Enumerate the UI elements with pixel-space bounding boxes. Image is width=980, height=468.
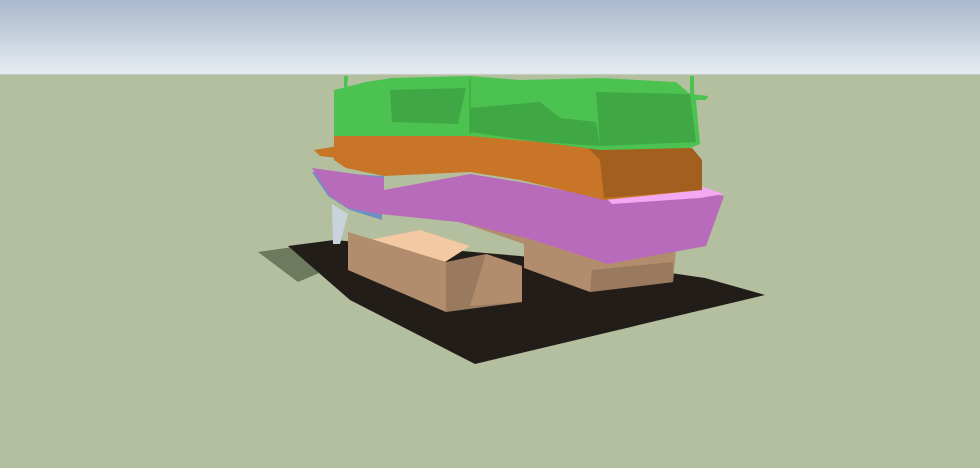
- scene-canvas[interactable]: [0, 0, 980, 468]
- green-top-panel: [390, 88, 466, 124]
- green-spike-right: [690, 76, 694, 96]
- orange-layer-shade: [588, 148, 702, 198]
- model-viewport[interactable]: [0, 0, 980, 468]
- sky: [0, 0, 980, 74]
- green-right-shade: [596, 92, 696, 146]
